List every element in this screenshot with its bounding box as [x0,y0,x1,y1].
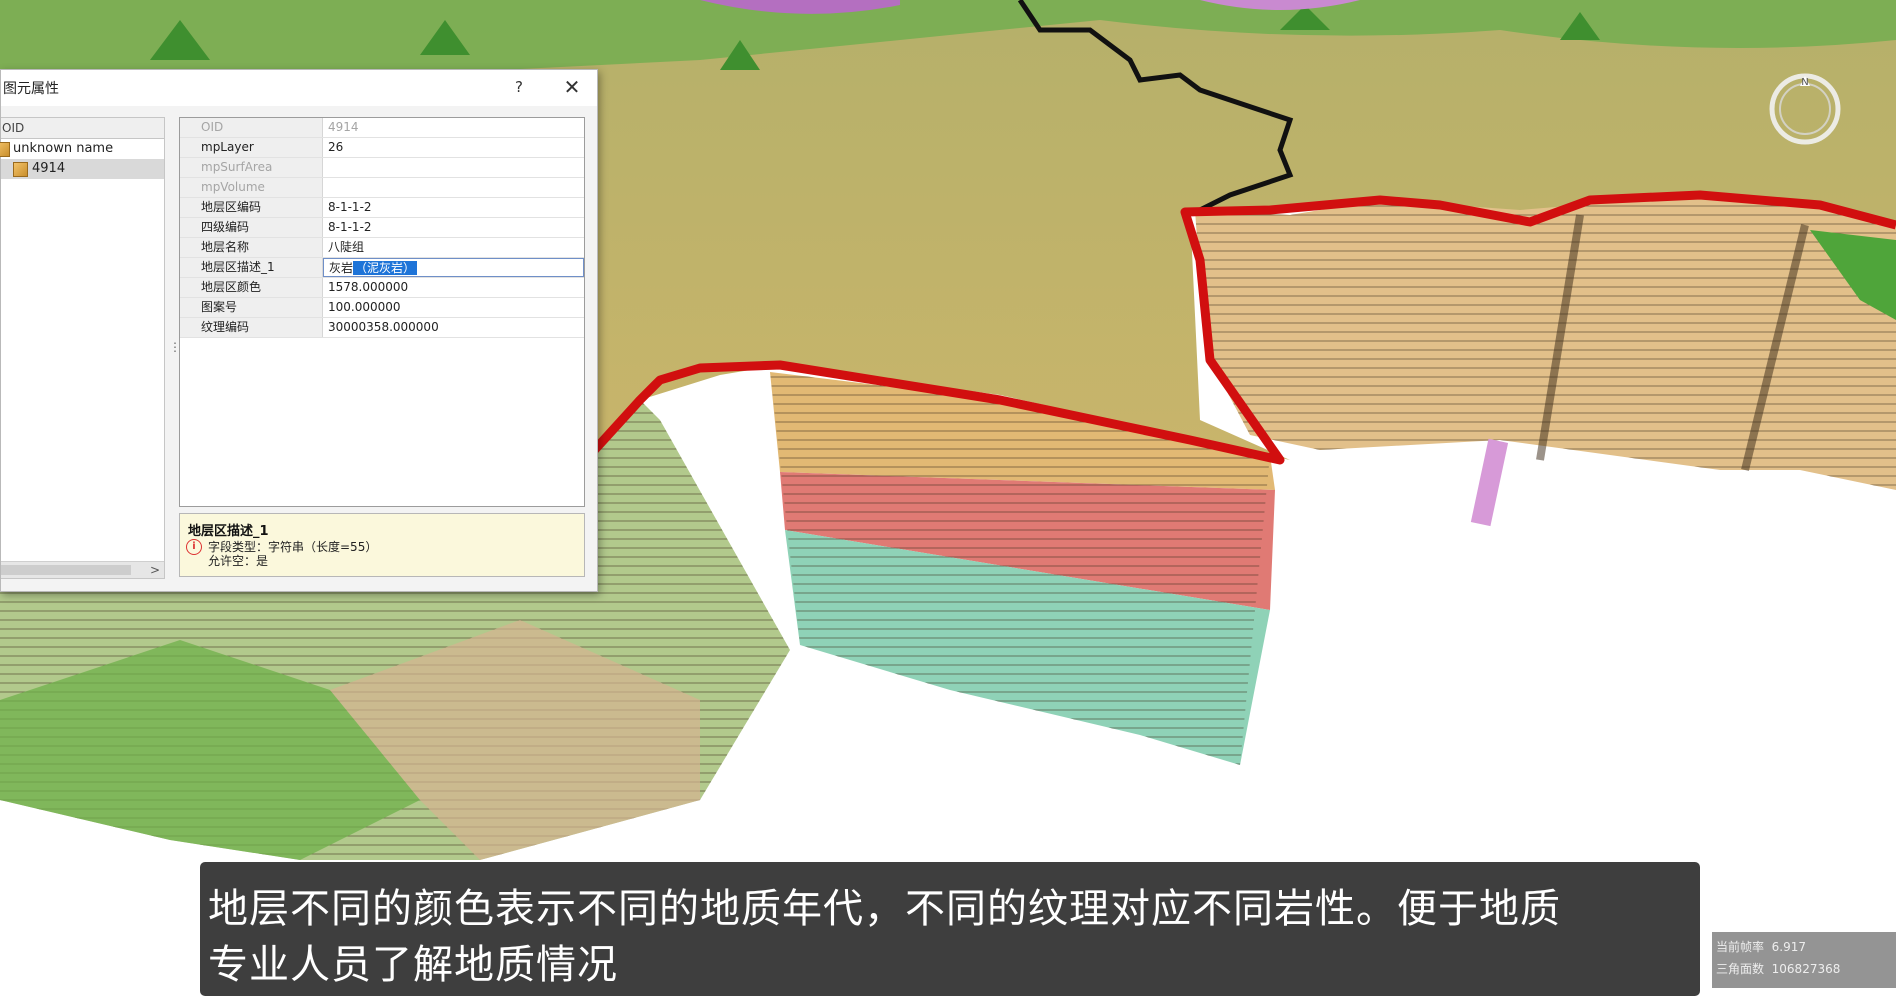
tree-column-header[interactable]: OID [1,118,164,139]
property-name: 地层区编码 [180,198,323,217]
property-name: mpVolume [180,178,323,197]
info-icon: i [186,539,202,555]
triangle-count-value: 106827368 [1771,962,1841,976]
property-value[interactable]: 100.000000 [323,298,584,317]
property-row[interactable]: 四级编码 8-1-1-2 [180,218,584,238]
attribute-dialog: 图元属性 ? ✕ OID unknown name 4914 > ⋮ OID 4… [0,69,598,592]
field-info-title: 地层区描述_1 [188,524,269,539]
borehole [1470,438,1509,527]
compass-north-label: N [1801,77,1808,88]
property-name: OID [180,118,323,137]
property-name: 地层区颜色 [180,278,323,297]
property-name: mpSurfArea [180,158,323,177]
property-row[interactable]: 地层名称 八陡组 [180,238,584,258]
subtitle-caption: 地层不同的颜色表示不同的地质年代，不同的纹理对应不同岩性。便于地质 专业人员了解… [200,862,1700,996]
fps-label: 当前帧率 [1716,940,1765,954]
property-row[interactable]: mpSurfArea [180,158,584,178]
property-name: 地层名称 [180,238,323,257]
property-value[interactable]: 30000358.000000 [323,318,584,337]
property-row[interactable]: mpVolume [180,178,584,198]
property-value [323,158,584,177]
property-value[interactable]: 26 [323,138,584,157]
dialog-titlebar[interactable]: 图元属性 ? ✕ [1,70,597,106]
value-text: 灰岩 [329,261,354,275]
property-grid[interactable]: OID 4914 mpLayer 26 mpSurfArea mpVolume … [179,117,585,507]
field-nullable-text: 允许空：是 [208,554,269,568]
render-stats: 当前帧率 6.917 三角面数 106827368 [1712,932,1896,988]
scrollbar-thumb[interactable] [1,565,131,575]
property-name: mpLayer [180,138,323,157]
property-value-input[interactable]: 灰岩 （泥灰岩） [323,258,584,277]
property-value[interactable]: 8-1-1-2 [323,218,584,237]
compass-icon[interactable]: N [1766,70,1844,148]
folder-icon [0,142,10,157]
subtitle-line-1: 地层不同的颜色表示不同的地质年代，不同的纹理对应不同岩性。便于地质 [208,886,1561,932]
help-button[interactable]: ? [507,76,531,98]
property-row[interactable]: 纹理编码 30000358.000000 [180,318,584,338]
property-value[interactable]: 八陡组 [323,238,584,257]
tree-item-unknown-name[interactable]: unknown name [0,139,164,159]
property-name: 四级编码 [180,218,323,237]
property-name: 地层区描述_1 [180,258,323,277]
object-tree[interactable]: OID unknown name 4914 > [0,117,165,579]
tree-item-label: 4914 [32,161,66,176]
property-value: 4914 [328,120,359,134]
cube-icon [13,162,28,177]
triangle-count-label: 三角面数 [1716,962,1765,976]
property-row[interactable]: 图案号 100.000000 [180,298,584,318]
property-name: 图案号 [180,298,323,317]
horizontal-scrollbar[interactable]: > [1,561,164,578]
property-value[interactable]: 1578.000000 [323,278,584,297]
tree-item-4914[interactable]: 4914 [1,159,164,179]
property-name: 纹理编码 [180,318,323,337]
property-row-editing[interactable]: 地层区描述_1 灰岩 （泥灰岩） [180,258,584,278]
property-row[interactable]: 地层区编码 8-1-1-2 [180,198,584,218]
property-row[interactable]: mpLayer 26 [180,138,584,158]
close-button[interactable]: ✕ [559,74,585,100]
dialog-title: 图元属性 [3,81,59,97]
property-value[interactable]: 8-1-1-2 [323,198,584,217]
fps-value: 6.917 [1771,940,1807,954]
scroll-right-icon[interactable]: > [150,562,160,578]
property-row[interactable]: 地层区颜色 1578.000000 [180,278,584,298]
tree-item-label: unknown name [13,141,114,156]
property-row[interactable]: OID 4914 [180,118,584,138]
subtitle-line-2: 专业人员了解地质情况 [208,942,618,988]
property-value [323,178,584,197]
selected-text: （泥灰岩） [353,261,418,275]
field-info-panel: 地层区描述_1 i 字段类型：字符串（长度=55） 允许空：是 [179,513,585,577]
